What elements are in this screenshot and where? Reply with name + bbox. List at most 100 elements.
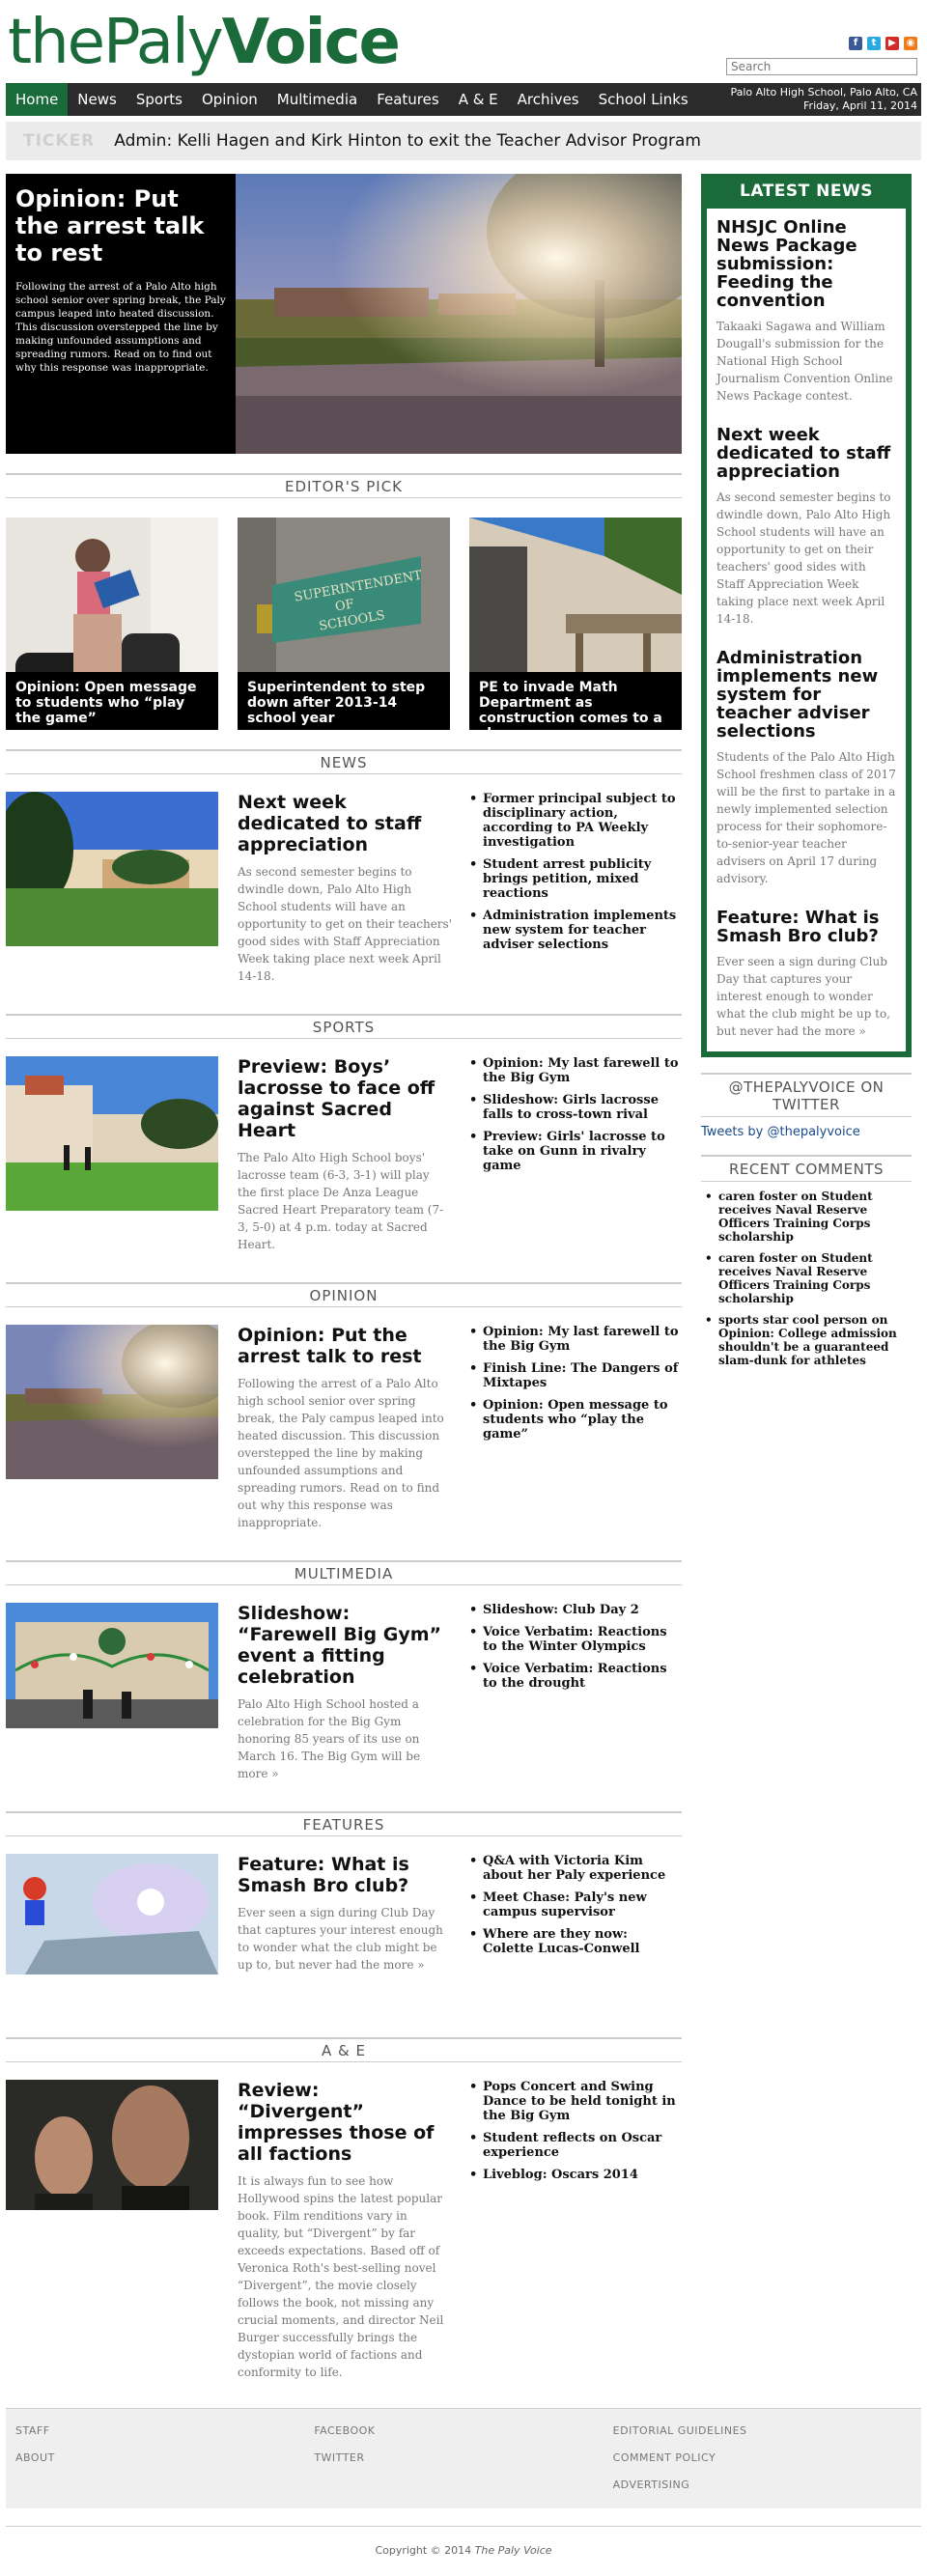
nav-item-sports[interactable]: Sports [126, 83, 192, 116]
header-meta: Palo Alto High School, Palo Alto, CA Fri… [730, 86, 917, 113]
social-icons: f t ▶ ◉ [849, 37, 917, 50]
ae-link[interactable]: Student reflects on Oscar experience [469, 2131, 680, 2160]
sports-feature-title[interactable]: Preview: Boys’ lacrosse to face off agai… [238, 1056, 452, 1141]
ae-link[interactable]: Pops Concert and Swing Dance to be held … [469, 2080, 680, 2123]
site-logo[interactable]: thePalyVoice [8, 12, 401, 73]
nav-item-news[interactable]: News [68, 83, 126, 116]
hero-excerpt: Following the arrest of a Palo Alto high… [15, 281, 226, 374]
features-link[interactable]: Q&A with Victoria Kim about her Paly exp… [469, 1854, 680, 1883]
nav-item-opinion[interactable]: Opinion [192, 83, 267, 116]
latest-news-excerpt: Students of the Palo Alto High School fr… [716, 750, 896, 885]
multimedia-link[interactable]: Slideshow: Club Day 2 [469, 1603, 680, 1617]
latest-news-item: Next week dedicated to staff appreciatio… [707, 416, 906, 628]
twitter-icon[interactable]: t [867, 37, 881, 50]
ae-feature: Review: “Divergent” impresses those of a… [238, 2080, 452, 2381]
nav-item-home[interactable]: Home [6, 83, 69, 116]
editors-pick-item[interactable]: SUPERINTENDENT OF SCHOOLS Superintendent… [238, 518, 450, 730]
hero-title[interactable]: Opinion: Put the arrest talk to rest [15, 185, 226, 266]
multimedia-feature-image[interactable] [6, 1603, 218, 1757]
latest-news-widget: LATEST NEWS NHSJC Online News Package su… [701, 174, 912, 1057]
news-link[interactable]: Student arrest publicity brings petition… [469, 857, 680, 901]
news-link[interactable]: Administration implements new system for… [469, 909, 680, 952]
latest-news-title[interactable]: Next week dedicated to staff appreciatio… [716, 426, 896, 481]
opinion-link[interactable]: Opinion: Open message to students who “p… [469, 1398, 680, 1442]
features-links: Q&A with Victoria Kim about her Paly exp… [469, 1854, 680, 2008]
editors-pick-item[interactable]: PE to invade Math Department as construc… [469, 518, 682, 730]
latest-news-title[interactable]: Feature: What is Smash Bro club? [716, 909, 896, 945]
nav-item-multimedia[interactable]: Multimedia [267, 83, 367, 116]
sports-link[interactable]: Opinion: My last farewell to the Big Gym [469, 1056, 680, 1085]
editors-pick-item[interactable]: Opinion: Open message to students who “p… [6, 518, 218, 730]
features-feature-title[interactable]: Feature: What is Smash Bro club? [238, 1854, 452, 1896]
multimedia-section: Slideshow: “Farewell Big Gym” event a fi… [6, 1603, 682, 1792]
editors-pick-list: Opinion: Open message to students who “p… [6, 518, 682, 730]
ae-feature-title[interactable]: Review: “Divergent” impresses those of a… [238, 2080, 452, 2165]
copyright: Copyright © 2014 The Paly Voice [6, 2526, 921, 2576]
multimedia-feature-title[interactable]: Slideshow: “Farewell Big Gym” event a fi… [238, 1603, 452, 1688]
footer-link-about[interactable]: ABOUT [15, 2451, 314, 2464]
news-feature-title[interactable]: Next week dedicated to staff appreciatio… [238, 792, 452, 855]
footer-link-twitter[interactable]: TWITTER [314, 2451, 612, 2464]
section-heading-ae: A & E [6, 2037, 682, 2062]
footer-link-advertising[interactable]: ADVERTISING [613, 2478, 912, 2491]
features-link[interactable]: Meet Chase: Paly's new campus supervisor [469, 1890, 680, 1919]
features-feature-image[interactable] [6, 1854, 218, 2008]
twitter-link[interactable]: Tweets by @thepalyvoice [701, 1125, 912, 1139]
news-link[interactable]: Former principal subject to disciplinary… [469, 792, 680, 850]
hero-story[interactable]: Opinion: Put the arrest talk to rest Fol… [6, 174, 682, 454]
latest-news-excerpt: As second semester begins to dwindle dow… [716, 490, 891, 626]
footer-link-facebook[interactable]: FACEBOOK [314, 2424, 612, 2437]
latest-news-title[interactable]: Administration implements new system for… [716, 649, 896, 741]
ae-feature-image[interactable] [6, 2080, 218, 2210]
hero-text: Opinion: Put the arrest talk to rest Fol… [6, 174, 236, 454]
recent-comment[interactable]: caren foster on Student receives Naval R… [701, 1251, 912, 1305]
news-feature: Next week dedicated to staff appreciatio… [238, 792, 452, 985]
ae-link[interactable]: Liveblog: Oscars 2014 [469, 2168, 680, 2182]
multimedia-link[interactable]: Voice Verbatim: Reactions to the Winter … [469, 1625, 680, 1654]
latest-news-heading: LATEST NEWS [707, 174, 906, 209]
section-heading-sports: SPORTS [6, 1014, 682, 1039]
hero-image[interactable] [236, 174, 682, 454]
footer-link-editorial-guidelines[interactable]: EDITORIAL GUIDELINES [613, 2424, 912, 2437]
footer-link-staff[interactable]: STAFF [15, 2424, 314, 2437]
multimedia-link[interactable]: Voice Verbatim: Reactions to the drought [469, 1662, 680, 1691]
facebook-icon[interactable]: f [849, 37, 862, 50]
sports-link[interactable]: Preview: Girls' lacrosse to take on Gunn… [469, 1130, 680, 1173]
nav-item-school-links[interactable]: School Links [589, 83, 698, 116]
news-section: Next week dedicated to staff appreciatio… [6, 792, 682, 994]
nav-item-features[interactable]: Features [367, 83, 449, 116]
nav-item-archives[interactable]: Archives [508, 83, 589, 116]
section-heading-editors-pick: EDITOR'S PICK [6, 473, 682, 498]
multimedia-feature-excerpt: Palo Alto High School hosted a celebrati… [238, 1697, 421, 1780]
footer-link-comment-policy[interactable]: COMMENT POLICY [613, 2451, 912, 2464]
sports-link[interactable]: Slideshow: Girls lacrosse falls to cross… [469, 1093, 680, 1122]
opinion-feature: Opinion: Put the arrest talk to rest Fol… [238, 1325, 452, 1531]
ticker-headline[interactable]: Admin: Kelli Hagen and Kirk Hinton to ex… [114, 131, 701, 151]
section-heading-features: FEATURES [6, 1811, 682, 1836]
latest-news-title[interactable]: NHSJC Online News Package submission: Fe… [716, 218, 896, 310]
sports-links: Opinion: My last farewell to the Big Gym… [469, 1056, 680, 1253]
section-heading-opinion: OPINION [6, 1282, 682, 1307]
footer-column: STAFF ABOUT [15, 2424, 314, 2503]
footer-column: FACEBOOK TWITTER [314, 2424, 612, 2503]
youtube-icon[interactable]: ▶ [885, 37, 899, 50]
recent-comment[interactable]: sports star cool person on Opinion: Coll… [701, 1313, 912, 1367]
footer-column: EDITORIAL GUIDELINES COMMENT POLICY ADVE… [613, 2424, 912, 2503]
sports-feature-image[interactable] [6, 1056, 218, 1211]
features-link[interactable]: Where are they now: Colette Lucas-Conwel… [469, 1927, 680, 1956]
latest-news-excerpt: Ever seen a sign during Club Day that ca… [716, 955, 890, 1038]
nav-item-ae[interactable]: A & E [449, 83, 508, 116]
features-section: Feature: What is Smash Bro club? Ever se… [6, 1854, 682, 2018]
opinion-link[interactable]: Opinion: My last farewell to the Big Gym [469, 1325, 680, 1354]
recent-comment[interactable]: caren foster on Student receives Naval R… [701, 1190, 912, 1244]
news-feature-image[interactable] [6, 792, 218, 946]
rss-icon[interactable]: ◉ [904, 37, 917, 50]
opinion-link[interactable]: Finish Line: The Dangers of Mixtapes [469, 1361, 680, 1390]
search-input[interactable] [726, 58, 917, 75]
opinion-feature-image[interactable] [6, 1325, 218, 1479]
sports-feature-excerpt: The Palo Alto High School boys' lacrosse… [238, 1151, 444, 1251]
main-nav: Home News Sports Opinion Multimedia Feat… [6, 83, 921, 116]
editors-pick-caption: Superintendent to step down after 2013-1… [238, 672, 450, 730]
opinion-feature-title[interactable]: Opinion: Put the arrest talk to rest [238, 1325, 452, 1367]
main-column: Opinion: Put the arrest talk to rest Fol… [6, 174, 682, 2391]
